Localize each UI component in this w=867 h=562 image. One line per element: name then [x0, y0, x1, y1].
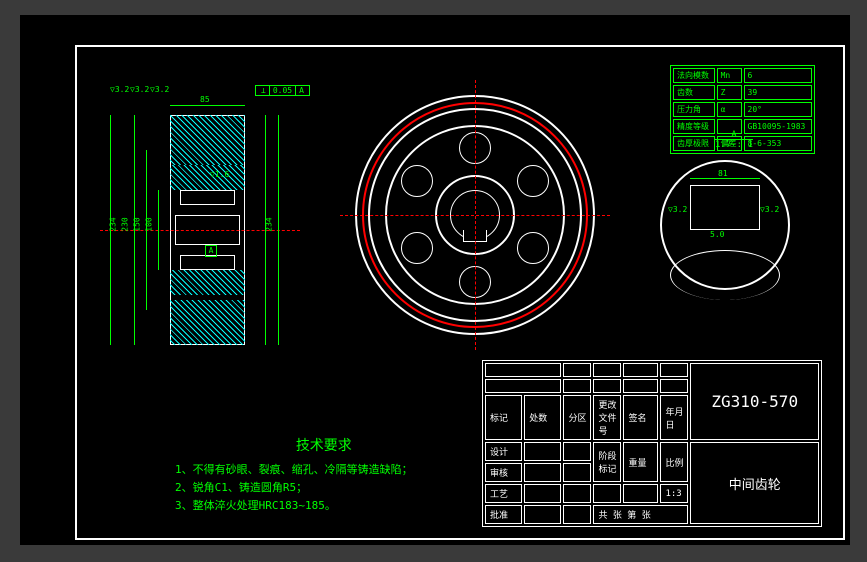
hatch-region	[170, 270, 245, 295]
lightening-hole	[517, 165, 549, 197]
dim-key-width: 81	[718, 169, 728, 178]
front-view	[350, 90, 600, 340]
surface-finish: ▽3.2	[760, 205, 779, 214]
gdt-tol: 0.05	[270, 86, 296, 95]
lightening-hole	[517, 232, 549, 264]
dim-line	[170, 105, 245, 106]
dim-dia: 150	[133, 217, 142, 231]
dim-width: 85	[200, 95, 210, 104]
web-opening	[180, 255, 235, 270]
surface-finish: ▽1.6	[210, 170, 229, 179]
hatch-region	[170, 300, 245, 345]
tech-req-title: 技术要求	[235, 435, 413, 457]
material-code: ZG310-570	[690, 363, 819, 440]
tech-req-item: 3、整体淬火处理HRC183~185。	[175, 497, 413, 515]
gdt-ref: A	[296, 86, 307, 95]
detail-view: A 1.7 : 1 81 ▽3.2 ▽3.2 5.0	[660, 160, 790, 290]
gear-param-table: 法向模数Mn6 齿数Z39 压力角α20° 精度等级GB10095-1983 齿…	[670, 65, 815, 154]
surface-finish: ▽3.2	[150, 85, 169, 94]
lightening-hole	[401, 232, 433, 264]
centerline	[475, 80, 476, 350]
surface-finish: ▽3.2	[110, 85, 129, 94]
datum-label: A	[205, 245, 217, 257]
section-view: 234 230 150 100 234 85 ▽3.2 ▽3.2 ▽3.2 ▽1…	[110, 90, 300, 360]
dim-line	[278, 115, 279, 345]
tech-requirements: 技术要求 1、不得有砂眼、裂痕、缩孔、冷隔等铸造缺陷； 2、锐角C1、铸造圆角R…	[175, 435, 413, 514]
param-row: 法向模数Mn6	[673, 68, 812, 83]
param-row: 精度等级GB10095-1983	[673, 119, 812, 134]
surface-finish: ▽3.2	[668, 205, 687, 214]
drawing-canvas: 234 230 150 100 234 85 ▽3.2 ▽3.2 ▽3.2 ▽1…	[20, 15, 850, 545]
tech-req-item: 1、不得有砂眼、裂痕、缩孔、冷隔等铸造缺陷；	[175, 461, 413, 479]
keyway-detail	[690, 185, 760, 230]
surface-finish: ▽3.2	[130, 85, 149, 94]
dim-key-depth: 5.0	[710, 230, 724, 239]
param-row: 压力角α20°	[673, 102, 812, 117]
bore-arc	[670, 250, 780, 300]
dim-line	[158, 190, 159, 270]
web-opening	[180, 190, 235, 205]
title-block: ZG310-570 标记处数 分区更改文件号 签名年月日 设计 阶段标记重量比例…	[482, 360, 822, 527]
hatch-region	[170, 165, 245, 190]
gdt-frame: ⟂ 0.05 A	[255, 85, 310, 96]
dim-dia: 234	[109, 217, 118, 231]
dim-dia: 100	[145, 217, 154, 231]
lightening-hole	[401, 165, 433, 197]
param-row: 齿厚极限偏差8-6-353	[673, 136, 812, 151]
dim-dia: 234	[265, 217, 274, 231]
tech-req-item: 2、锐角C1、铸造圆角R5；	[175, 479, 413, 497]
param-row: 齿数Z39	[673, 85, 812, 100]
dim-line	[690, 178, 760, 179]
part-name: 中间齿轮	[690, 442, 819, 524]
hatch-region	[170, 115, 245, 165]
dim-dia: 230	[121, 217, 130, 231]
gdt-symbol: ⟂	[258, 86, 270, 95]
